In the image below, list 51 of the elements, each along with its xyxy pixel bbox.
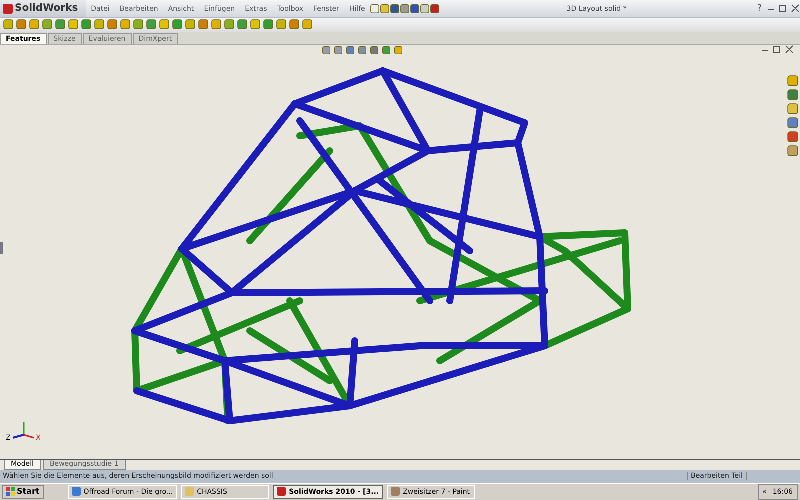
- app-icon: [72, 487, 81, 496]
- tool-icon[interactable]: [120, 19, 131, 30]
- task-pane-icon[interactable]: [787, 89, 799, 102]
- tool-icon[interactable]: [16, 19, 27, 30]
- tool-icon[interactable]: [410, 4, 420, 14]
- task-pane-icon[interactable]: [787, 117, 799, 130]
- tool-icon[interactable]: [370, 4, 380, 14]
- tool-icon[interactable]: [250, 19, 261, 30]
- tool-icon[interactable]: [263, 19, 274, 30]
- window-controls-icon[interactable]: [760, 45, 794, 54]
- help-button[interactable]: ?: [753, 4, 766, 14]
- tool-icon[interactable]: [224, 19, 235, 30]
- task-pane-icon[interactable]: [787, 131, 799, 144]
- task-pane-icon[interactable]: [787, 103, 799, 116]
- tool-icon[interactable]: [146, 19, 157, 30]
- window-controls-icon[interactable]: [766, 4, 800, 13]
- panel-handle[interactable]: [0, 242, 3, 254]
- app-icon: [277, 487, 286, 496]
- tool-icon[interactable]: [81, 19, 92, 30]
- tool-icon[interactable]: [159, 19, 170, 30]
- tool-icon[interactable]: [107, 19, 118, 30]
- axis-triad-icon: [12, 422, 34, 440]
- app-icon: [391, 487, 400, 496]
- app-icon: [185, 487, 194, 496]
- app-name: SolidWorks: [15, 3, 78, 14]
- tool-icon[interactable]: [55, 19, 66, 30]
- tool-icon[interactable]: [172, 19, 183, 30]
- logo-icon: [3, 4, 13, 14]
- task-pane-icon[interactable]: [787, 75, 799, 88]
- tool-icon[interactable]: [3, 19, 14, 30]
- tool-icon[interactable]: [380, 4, 390, 14]
- tool-icon[interactable]: [400, 4, 410, 14]
- tool-icon[interactable]: [430, 4, 440, 14]
- tool-icon[interactable]: [68, 19, 79, 30]
- tool-icon[interactable]: [133, 19, 144, 30]
- tool-icon[interactable]: [237, 19, 248, 30]
- tool-icon[interactable]: [211, 19, 222, 30]
- tool-icon[interactable]: [420, 4, 430, 14]
- windows-flag-icon: [6, 487, 15, 496]
- tool-icon[interactable]: [29, 19, 40, 30]
- tool-icon[interactable]: [42, 19, 53, 30]
- tool-icon[interactable]: [94, 19, 105, 30]
- task-pane-icon[interactable]: [787, 145, 799, 158]
- tool-icon[interactable]: [289, 19, 300, 30]
- tool-icon[interactable]: [390, 4, 400, 14]
- tool-icon[interactable]: [185, 19, 196, 30]
- tool-icon[interactable]: [198, 19, 209, 30]
- tool-icon[interactable]: [276, 19, 287, 30]
- app-logo[interactable]: SolidWorks: [0, 0, 86, 17]
- start-button[interactable]: Start: [2, 484, 44, 499]
- tool-icon[interactable]: [302, 19, 313, 30]
